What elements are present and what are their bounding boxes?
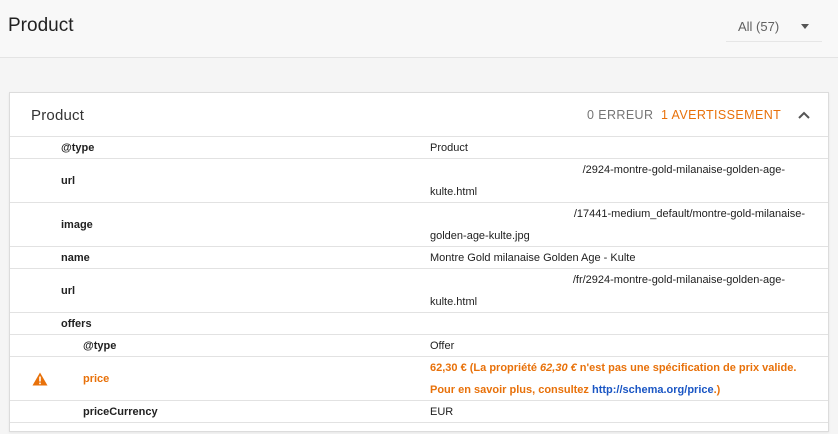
table-row: url /fr/2924-montre-gold-milanaise-golde… bbox=[10, 269, 828, 313]
property-key: url bbox=[61, 285, 76, 297]
table-row: @type Product bbox=[10, 137, 828, 159]
property-key: url bbox=[61, 175, 76, 187]
table-row: name Montre Gold milanaise Golden Age - … bbox=[10, 247, 828, 269]
top-bar: Product All (57) bbox=[0, 0, 838, 58]
table-row: priceCurrency EUR bbox=[10, 401, 828, 423]
property-value-line2: kulte.html bbox=[430, 186, 478, 198]
property-value: Montre Gold milanaise Golden Age - Kulte bbox=[430, 252, 636, 264]
table-row: image /17441-medium_default/montre-gold-… bbox=[10, 203, 828, 247]
warning-count: 1 AVERTISSEMENT bbox=[661, 108, 782, 122]
error-count: 0 ERREUR bbox=[587, 108, 654, 122]
property-key: image bbox=[61, 219, 93, 231]
property-key: name bbox=[61, 252, 90, 264]
warning-message-line2: Pour en savoir plus, consultez http://sc… bbox=[430, 379, 720, 401]
property-value-line2: kulte.html bbox=[430, 296, 478, 308]
warning-icon bbox=[32, 372, 48, 386]
filter-dropdown-label: All (57) bbox=[738, 19, 780, 34]
property-value: Product bbox=[430, 142, 468, 154]
page-title: Product bbox=[8, 15, 74, 36]
property-key: priceCurrency bbox=[83, 406, 158, 418]
result-card: Product 0 ERREUR 1 AVERTISSEMENT @type P… bbox=[9, 92, 829, 432]
warning-message-line1: 62,30 € (La propriété 62,30 € n'est pas … bbox=[430, 357, 796, 379]
card-header[interactable]: Product 0 ERREUR 1 AVERTISSEMENT bbox=[10, 93, 828, 137]
table-row: url /2924-montre-gold-milanaise-golden-a… bbox=[10, 159, 828, 203]
warning-text: .) bbox=[713, 384, 721, 396]
property-key: @type bbox=[83, 340, 117, 352]
property-value-line1: /fr/2924-montre-gold-milanaise-golden-ag… bbox=[572, 274, 785, 286]
table-row-warning: price 62,30 € (La propriété 62,30 € n'es… bbox=[10, 357, 828, 401]
caret-down-icon bbox=[801, 24, 809, 29]
warning-text: Pour en savoir plus, consultez bbox=[430, 384, 592, 396]
property-key: offers bbox=[61, 318, 92, 330]
property-key: @type bbox=[61, 142, 95, 154]
warning-text: 62,30 € (La propriété bbox=[430, 362, 541, 374]
table-row: offers bbox=[10, 313, 828, 335]
warning-text: n'est pas une spécification de prix vali… bbox=[576, 362, 797, 374]
collapse-chevron-up-icon[interactable] bbox=[794, 105, 814, 125]
card-title: Product bbox=[31, 107, 85, 124]
warning-emphasis: 62,30 € bbox=[540, 362, 577, 374]
property-value-line2: golden-age-kulte.jpg bbox=[430, 230, 530, 242]
property-key: price bbox=[83, 373, 110, 385]
property-value: EUR bbox=[430, 406, 454, 418]
property-value-line1: /17441-medium_default/montre-gold-milana… bbox=[573, 208, 805, 220]
filter-dropdown[interactable]: All (57) bbox=[726, 10, 822, 42]
table-row: @type Offer bbox=[10, 335, 828, 357]
property-value-line1: /2924-montre-gold-milanaise-golden-age- bbox=[582, 164, 785, 176]
property-value: Offer bbox=[430, 340, 455, 352]
schema-link[interactable]: http://schema.org/price bbox=[592, 384, 714, 396]
